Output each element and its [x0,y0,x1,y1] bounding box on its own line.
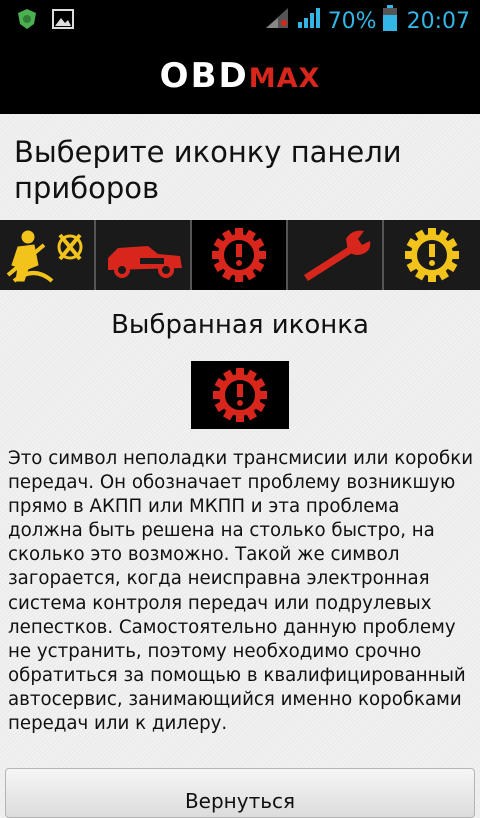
signal-icon [264,6,290,36]
transmission-warning-icon [213,368,267,422]
page-title: Выберите иконку панели приборов [14,135,402,205]
selected-icon-preview [191,361,289,429]
app-logo: OBD MAX [160,56,321,96]
clock: 20:07 [406,8,470,34]
gear-warning-icon [405,228,459,282]
wrench-service-icon [304,230,371,281]
icon-option-transmission[interactable] [192,220,288,290]
logo-max-text: MAX [248,63,321,94]
app-notification-icon [16,8,38,36]
battery-percent: 70% [327,8,377,34]
back-button[interactable]: Вернуться [5,768,475,818]
app-bar: OBD MAX [0,38,480,114]
seatbelt-airbag-warning-icon [6,230,83,283]
icon-description: Это символ неполадки трансмисии или коро… [8,448,474,735]
icon-option-car-trunk[interactable] [96,220,192,290]
status-bar: 70% 20:07 [0,0,480,38]
transmission-warning-icon [212,228,266,282]
icon-option-wrench[interactable] [288,220,384,290]
icon-option-seatbelt-airbag[interactable] [0,220,96,290]
signal-icon [296,6,322,36]
image-notification-icon [52,9,74,35]
battery-icon [382,5,397,37]
icon-option-gear-warning[interactable] [384,220,480,290]
car-trunk-open-icon [108,246,182,278]
logo-obd-text: OBD [159,56,249,96]
dashboard-icon-list [0,220,480,290]
selected-icon-label: Выбранная иконка [111,310,369,340]
